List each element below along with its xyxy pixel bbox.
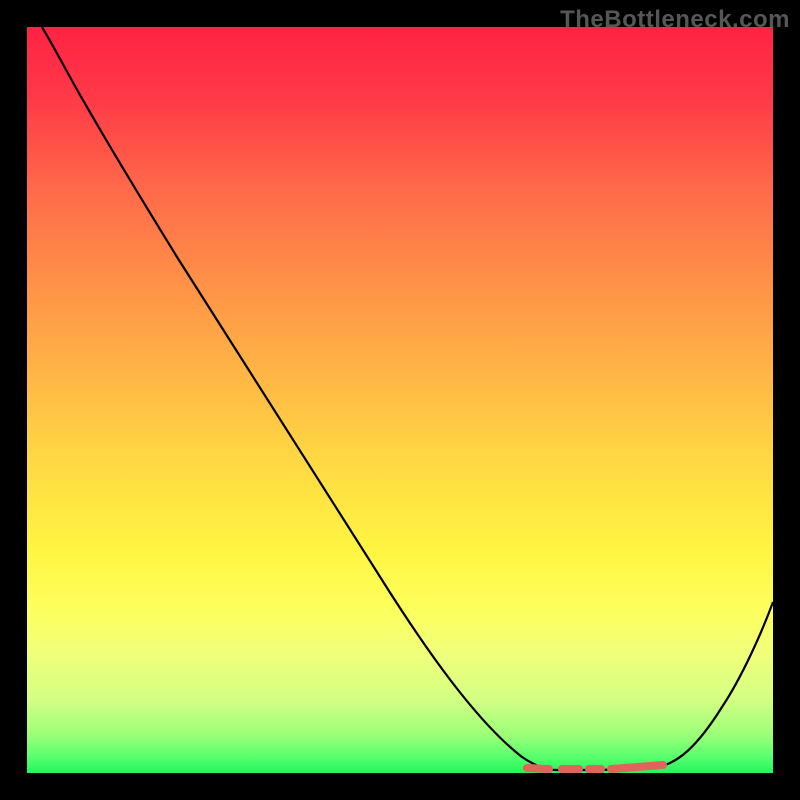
chart-wrapper: TheBottleneck.com xyxy=(0,0,800,800)
gradient-background xyxy=(27,27,773,773)
watermark-text: TheBottleneck.com xyxy=(560,6,790,34)
plot-area xyxy=(27,27,773,773)
